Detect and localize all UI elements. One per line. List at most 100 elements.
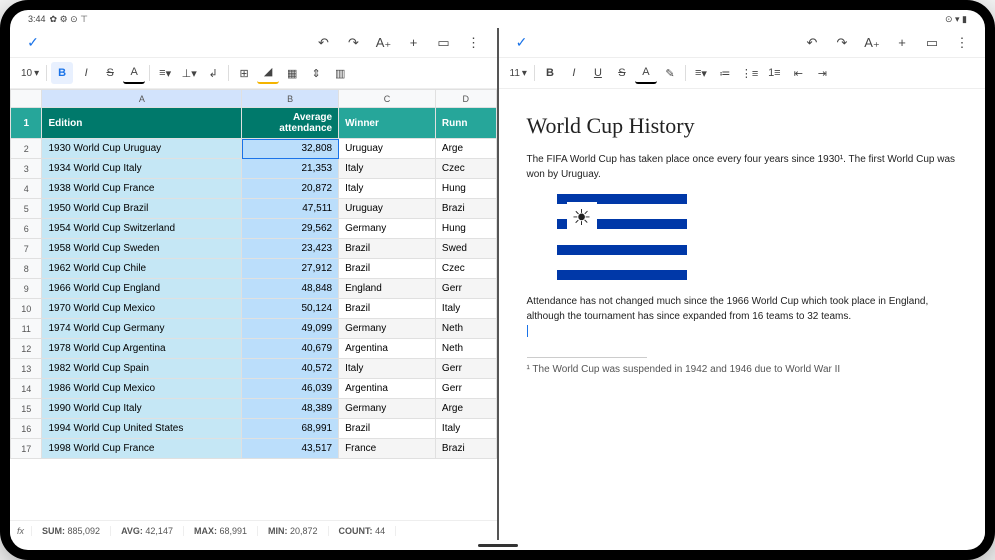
fx-label[interactable]: fx <box>10 526 32 536</box>
cell[interactable]: Swed <box>435 239 496 259</box>
linespace-button[interactable]: ≔ <box>714 62 736 84</box>
cell[interactable]: 1982 World Cup Spain <box>42 359 242 379</box>
col-header[interactable]: D <box>435 90 496 108</box>
cell[interactable]: Arge <box>435 139 496 159</box>
strike-button[interactable]: S <box>611 62 633 84</box>
col-header[interactable]: B <box>242 90 339 108</box>
undo-button[interactable]: ↶ <box>313 32 335 54</box>
document-body[interactable]: World Cup History The FIFA World Cup has… <box>499 89 986 540</box>
align-button[interactable]: ≡▾ <box>690 62 712 84</box>
cell[interactable]: 1950 World Cup Brazil <box>42 199 242 219</box>
confirm-button[interactable]: ✓ <box>511 32 533 54</box>
cell[interactable]: 1954 World Cup Switzerland <box>42 219 242 239</box>
underline-button[interactable]: U <box>587 62 609 84</box>
cell[interactable]: Hung <box>435 179 496 199</box>
row-header[interactable]: 17 <box>11 439 42 459</box>
row-header[interactable]: 4 <box>11 179 42 199</box>
cell[interactable]: 49,099 <box>242 319 339 339</box>
halign-button[interactable]: ≡▾ <box>154 62 176 84</box>
row-header[interactable]: 3 <box>11 159 42 179</box>
wrap-button[interactable]: ↲ <box>202 62 224 84</box>
cell[interactable]: Argentina <box>339 339 436 359</box>
cell[interactable]: 43,517 <box>242 439 339 459</box>
cell[interactable]: 1978 World Cup Argentina <box>42 339 242 359</box>
cell[interactable]: Gerr <box>435 379 496 399</box>
textfmt-button[interactable]: A₊ <box>861 32 883 54</box>
undo-button[interactable]: ↶ <box>801 32 823 54</box>
cell[interactable]: 21,353 <box>242 159 339 179</box>
confirm-button[interactable]: ✓ <box>22 32 44 54</box>
bullet-button[interactable]: ⋮≡ <box>738 62 761 84</box>
cell[interactable]: Neth <box>435 339 496 359</box>
cell[interactable]: Brazil <box>339 239 436 259</box>
cell[interactable]: 1938 World Cup France <box>42 179 242 199</box>
cell[interactable]: England <box>339 279 436 299</box>
textcolor-button[interactable]: A <box>635 62 657 84</box>
strike-button[interactable]: S <box>99 62 121 84</box>
comment-button[interactable]: ▭ <box>433 32 455 54</box>
row-header[interactable]: 11 <box>11 319 42 339</box>
cell[interactable]: Brazi <box>435 439 496 459</box>
border-button[interactable]: ▦ <box>281 62 303 84</box>
header-cell[interactable]: Winner <box>339 108 436 139</box>
row-header[interactable]: 10 <box>11 299 42 319</box>
cell[interactable]: 48,848 <box>242 279 339 299</box>
cell[interactable]: Italy <box>435 419 496 439</box>
cell[interactable]: 1970 World Cup Mexico <box>42 299 242 319</box>
row-header[interactable]: 13 <box>11 359 42 379</box>
grid[interactable]: ABCD1EditionAverage attendanceWinnerRunn… <box>10 89 497 520</box>
cell[interactable]: 29,562 <box>242 219 339 239</box>
cell[interactable]: 46,039 <box>242 379 339 399</box>
row-header[interactable]: 9 <box>11 279 42 299</box>
cell[interactable]: Neth <box>435 319 496 339</box>
header-cell[interactable]: Runn <box>435 108 496 139</box>
cell[interactable]: 1966 World Cup England <box>42 279 242 299</box>
cell[interactable]: 23,423 <box>242 239 339 259</box>
cell[interactable]: 68,991 <box>242 419 339 439</box>
cell[interactable]: Brazi <box>435 199 496 219</box>
cell[interactable]: Arge <box>435 399 496 419</box>
cell[interactable]: Germany <box>339 219 436 239</box>
cell[interactable]: 1986 World Cup Mexico <box>42 379 242 399</box>
cell[interactable]: 50,124 <box>242 299 339 319</box>
row-header[interactable]: 14 <box>11 379 42 399</box>
col-header[interactable]: C <box>339 90 436 108</box>
cell[interactable]: 48,389 <box>242 399 339 419</box>
row-header[interactable]: 1 <box>11 108 42 139</box>
cell[interactable]: Germany <box>339 319 436 339</box>
row-header[interactable]: 12 <box>11 339 42 359</box>
fontsize-select[interactable]: 10 ▾ <box>18 62 42 84</box>
cell[interactable]: Uruguay <box>339 139 436 159</box>
cell[interactable]: Italy <box>339 159 436 179</box>
cell[interactable]: France <box>339 439 436 459</box>
more-button[interactable]: ⋮ <box>951 32 973 54</box>
more-button[interactable]: ⋮ <box>463 32 485 54</box>
row-header[interactable]: 8 <box>11 259 42 279</box>
cell[interactable]: 47,511 <box>242 199 339 219</box>
fontsize-select[interactable]: 11 ▾ <box>507 62 530 84</box>
cell[interactable]: 1962 World Cup Chile <box>42 259 242 279</box>
redo-button[interactable]: ↷ <box>343 32 365 54</box>
cell[interactable]: 1934 World Cup Italy <box>42 159 242 179</box>
row-header[interactable]: 5 <box>11 199 42 219</box>
cell[interactable]: 27,912 <box>242 259 339 279</box>
fillcolor-button[interactable]: ◢ <box>257 62 279 84</box>
cell[interactable]: 40,572 <box>242 359 339 379</box>
cell[interactable]: Italy <box>339 359 436 379</box>
row-header[interactable]: 15 <box>11 399 42 419</box>
cell[interactable]: Italy <box>435 299 496 319</box>
cell[interactable]: 1958 World Cup Sweden <box>42 239 242 259</box>
highlight-button[interactable]: ✎ <box>659 62 681 84</box>
cell[interactable]: Italy <box>339 179 436 199</box>
add-button[interactable]: + <box>403 32 425 54</box>
header-cell[interactable]: Average attendance <box>242 108 339 139</box>
merge-button[interactable]: ⊞ <box>233 62 255 84</box>
italic-button[interactable]: I <box>75 62 97 84</box>
cell[interactable]: 1998 World Cup France <box>42 439 242 459</box>
cell[interactable]: Gerr <box>435 359 496 379</box>
bold-button[interactable]: B <box>51 62 73 84</box>
cell[interactable]: 1930 World Cup Uruguay <box>42 139 242 159</box>
italic-button[interactable]: I <box>563 62 585 84</box>
cell[interactable]: 40,679 <box>242 339 339 359</box>
header-cell[interactable]: Edition <box>42 108 242 139</box>
